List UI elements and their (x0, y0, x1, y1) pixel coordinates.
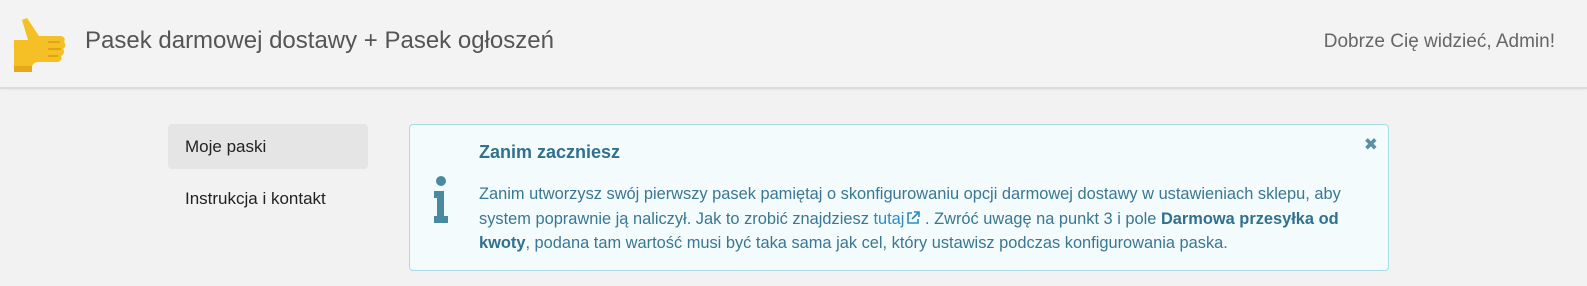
alert-title: Zanim zaczniesz (479, 142, 621, 162)
sidebar-item-my-bars[interactable]: Moje paski (168, 124, 368, 169)
app-title: Pasek darmowej dostawy + Pasek ogłoszeń (85, 27, 554, 54)
instructions-link[interactable]: tutaj (873, 210, 921, 228)
top-bar: Pasek darmowej dostawy + Pasek ogłoszeń … (0, 0, 1587, 89)
alert-body: Zanim utworzysz swój pierwszy pasek pami… (479, 182, 1369, 256)
sidebar-nav: Moje paski Instrukcja i kontakt (168, 124, 368, 228)
info-icon (434, 176, 448, 223)
close-alert-button[interactable]: ✖ (1364, 136, 1378, 153)
info-alert: ✖ Zanim zaczniesz Zanim utworzysz swój p… (409, 124, 1389, 271)
alert-text-part2: . Zwróć uwagę na punkt 3 i pole (920, 209, 1161, 228)
app-logo-icon (14, 18, 66, 72)
welcome-message: Dobrze Cię widzieć, Admin! (1323, 31, 1555, 52)
alert-text-part3: , podana tam wartość musi być taka sama … (525, 234, 1228, 252)
sidebar-item-instructions-contact[interactable]: Instrukcja i kontakt (168, 176, 368, 221)
instructions-link-label[interactable]: tutaj (873, 210, 904, 228)
external-link-icon (907, 210, 921, 224)
